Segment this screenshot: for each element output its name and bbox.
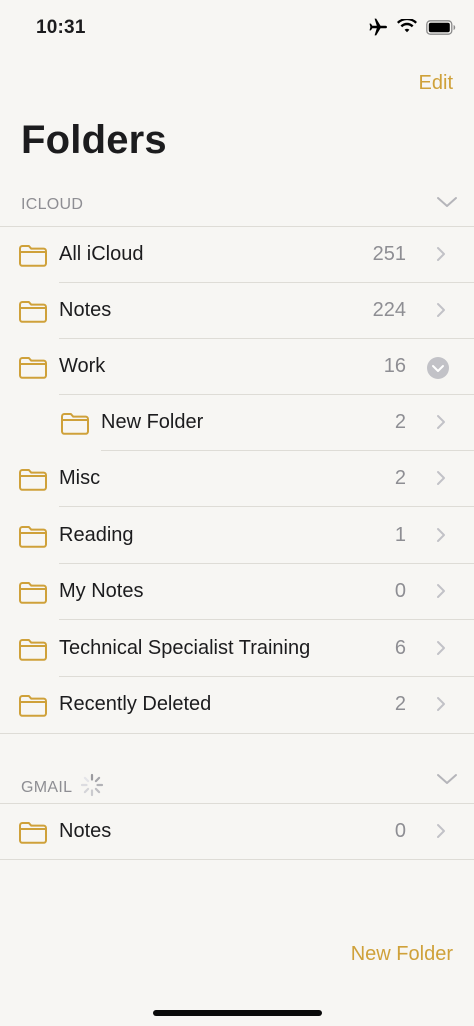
disclosure-down-icon[interactable] xyxy=(426,356,450,385)
folder-count: 2 xyxy=(394,411,406,433)
folder-row-my-notes[interactable]: My Notes 0 xyxy=(0,564,474,620)
folder-icon xyxy=(18,580,48,609)
section-title-icloud: ICLOUD xyxy=(21,196,83,214)
folder-row-work[interactable]: Work 16 xyxy=(0,339,474,395)
section-header-icloud[interactable]: ICLOUD xyxy=(0,186,474,226)
section-title-gmail: GMAIL xyxy=(21,773,104,802)
folder-icon xyxy=(18,524,48,553)
folder-icon xyxy=(18,355,48,384)
chevron-down-icon[interactable] xyxy=(436,195,458,214)
section-title-gmail-text: GMAIL xyxy=(21,778,73,796)
folder-row-reading[interactable]: Reading 1 xyxy=(0,508,474,564)
folder-label: Reading xyxy=(59,524,134,546)
folder-icon xyxy=(18,637,48,666)
folder-label: New Folder xyxy=(101,411,204,433)
battery-icon xyxy=(426,19,456,40)
folder-count: 2 xyxy=(394,467,406,489)
chevron-right-icon xyxy=(436,414,446,435)
section-header-gmail[interactable]: GMAIL xyxy=(0,763,474,803)
folder-row-new-folder[interactable]: New Folder 2 xyxy=(0,395,474,451)
folder-label: All iCloud xyxy=(59,243,144,265)
folder-count: 2 xyxy=(394,693,406,715)
section-separator xyxy=(0,733,474,734)
folder-icon xyxy=(18,693,48,722)
loading-spinner-icon xyxy=(80,773,104,802)
wifi-icon xyxy=(397,17,417,40)
folder-count: 0 xyxy=(394,820,406,842)
row-separator xyxy=(59,619,474,620)
folder-row-all-icloud[interactable]: All iCloud 251 xyxy=(0,227,474,283)
folder-label: Work xyxy=(59,355,106,377)
section-title-icloud-text: ICLOUD xyxy=(21,196,84,213)
chevron-right-icon xyxy=(436,640,446,661)
chevron-right-icon xyxy=(436,823,446,844)
chevron-right-icon xyxy=(436,696,446,717)
chevron-down-icon[interactable] xyxy=(436,772,458,791)
folder-count: 224 xyxy=(372,299,406,321)
folder-icon xyxy=(18,299,48,328)
folder-label: Notes xyxy=(59,820,112,842)
folder-count: 251 xyxy=(372,243,406,265)
folder-icon xyxy=(18,467,48,496)
home-indicator xyxy=(153,1010,322,1016)
folder-count: 1 xyxy=(394,524,406,546)
status-icons xyxy=(368,17,456,41)
chevron-right-icon xyxy=(436,246,446,267)
folder-icon xyxy=(18,820,48,849)
folder-row-misc[interactable]: Misc 2 xyxy=(0,451,474,507)
chevron-right-icon xyxy=(436,583,446,604)
folder-label: Recently Deleted xyxy=(59,693,212,715)
folder-row-gmail-notes[interactable]: Notes 0 xyxy=(0,804,474,860)
chevron-right-icon xyxy=(436,302,446,323)
folder-label: Notes xyxy=(59,299,112,321)
folder-row-notes[interactable]: Notes 224 xyxy=(0,283,474,339)
folder-icon xyxy=(18,243,48,272)
section-separator xyxy=(0,859,474,860)
airplane-icon xyxy=(368,18,388,41)
folder-count: 6 xyxy=(394,637,406,659)
folder-label: Technical Specialist Training xyxy=(59,637,311,659)
folder-label: My Notes xyxy=(59,580,144,602)
chevron-right-icon xyxy=(436,470,446,491)
folder-row-technical-specialist-training[interactable]: Technical Specialist Training 6 xyxy=(0,621,474,677)
folder-label: Misc xyxy=(59,467,101,489)
status-bar: 10:31 xyxy=(0,0,474,56)
folder-count: 0 xyxy=(394,580,406,602)
chevron-right-icon xyxy=(436,527,446,548)
folder-icon xyxy=(60,411,90,440)
page-title: Folders xyxy=(21,118,167,162)
new-folder-button[interactable]: New Folder xyxy=(351,943,453,966)
status-time: 10:31 xyxy=(36,17,86,38)
edit-button[interactable]: Edit xyxy=(419,72,453,95)
folder-count: 16 xyxy=(383,355,406,377)
folder-row-recently-deleted[interactable]: Recently Deleted 2 xyxy=(0,677,474,733)
row-separator xyxy=(59,506,474,507)
